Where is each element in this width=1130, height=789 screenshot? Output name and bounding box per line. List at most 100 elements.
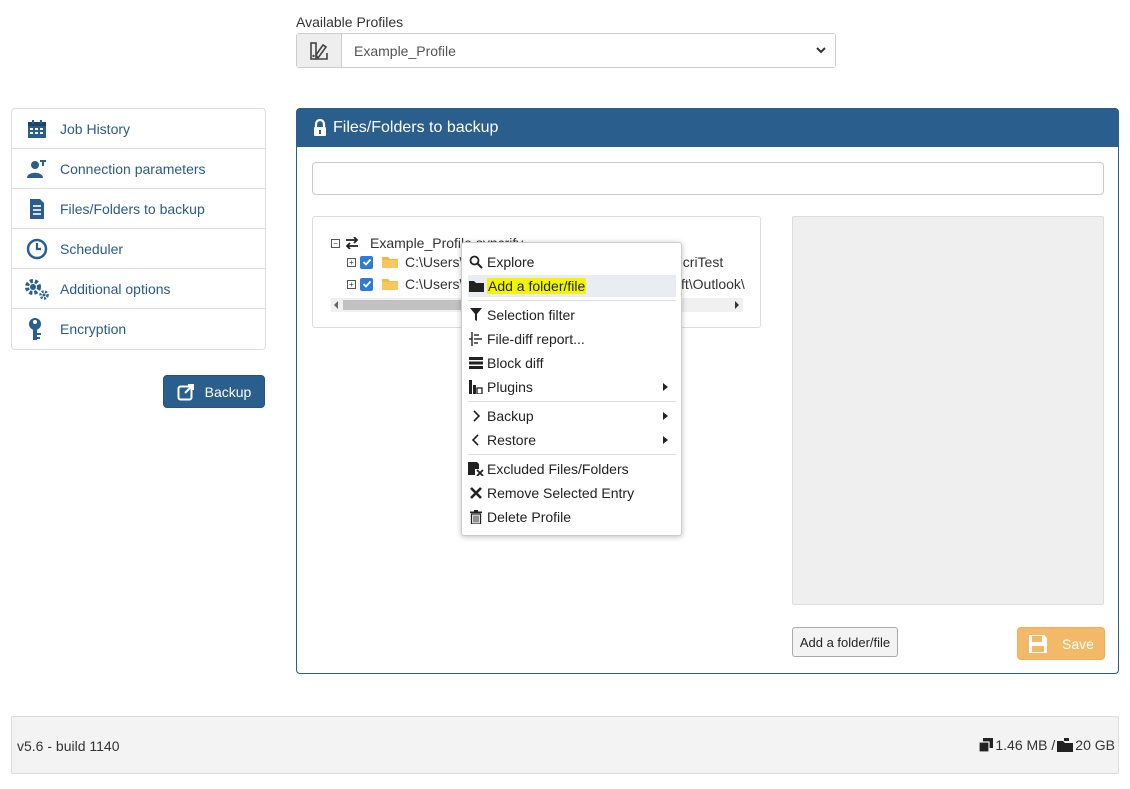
menu-item-remove-selected[interactable]: Remove Selected Entry (468, 482, 676, 504)
sidebar-item-files-folders[interactable]: Files/Folders to backup (12, 189, 265, 229)
clock-icon (24, 237, 50, 261)
menu-item-label: Restore (487, 432, 537, 448)
menu-item-block-diff[interactable]: Block diff (468, 352, 676, 374)
scroll-left-icon[interactable] (334, 301, 338, 309)
path-input[interactable] (312, 162, 1104, 195)
menu-item-delete-profile[interactable]: Delete Profile (468, 506, 676, 528)
plugins-icon (468, 380, 484, 394)
folder-icon (381, 255, 399, 269)
tree-node-path-end: ft\Outlook\ (681, 276, 745, 292)
sidebar-item-label: Connection parameters (60, 160, 206, 177)
menu-item-label: Backup (487, 408, 534, 424)
menu-separator (468, 300, 676, 301)
sync-profile-icon (344, 237, 360, 249)
menu-item-backup[interactable]: Backup (468, 405, 676, 427)
profile-swatch-icon (297, 34, 342, 67)
sidebar-item-encryption[interactable]: Encryption (12, 309, 265, 349)
chevron-down-icon (816, 47, 826, 54)
sidebar-item-connection-parameters[interactable]: Connection parameters (12, 149, 265, 189)
menu-item-label: Remove Selected Entry (487, 485, 635, 501)
profile-select-group: Example_Profile (296, 33, 836, 68)
menu-separator (468, 454, 676, 455)
sidebar-item-label: Scheduler (60, 240, 124, 257)
storage-used: 1.46 MB / (995, 737, 1056, 753)
checkbox[interactable] (360, 277, 373, 291)
expand-icon[interactable]: + (347, 257, 356, 267)
sidebar-item-label: Files/Folders to backup (60, 200, 205, 217)
times-icon (468, 487, 484, 499)
menu-item-add-folder-file[interactable]: Add a folder/file (468, 275, 676, 297)
gears-icon (24, 277, 50, 301)
menu-item-label: Delete Profile (487, 509, 572, 525)
backup-button-label: Backup (204, 383, 252, 400)
menu-item-label: File-diff report... (487, 331, 585, 347)
save-button[interactable]: Save (1017, 627, 1105, 660)
filter-icon (468, 308, 484, 322)
version-text: v5.6 - build 1140 (17, 738, 120, 754)
calendar-icon (24, 117, 50, 141)
checkbox[interactable] (360, 255, 373, 269)
submenu-arrow-icon (663, 436, 668, 444)
context-menu: Explore Add a folder/file Selection filt… (461, 242, 682, 536)
menu-item-label: Block diff (487, 355, 544, 371)
profile-select[interactable]: Example_Profile (342, 34, 835, 67)
menu-item-label: Excluded Files/Folders (487, 461, 629, 477)
scroll-right-icon[interactable] (735, 301, 739, 309)
expand-icon[interactable]: + (347, 279, 356, 289)
document-icon (24, 197, 50, 221)
collapse-icon[interactable]: − (331, 238, 340, 248)
available-profiles-label: Available Profiles (296, 14, 404, 30)
menu-item-selection-filter[interactable]: Selection filter (468, 304, 676, 326)
menu-item-restore[interactable]: Restore (468, 429, 676, 451)
storage-quota: 20 GB (1075, 737, 1115, 753)
chevron-right-icon (468, 410, 484, 422)
trash-icon (468, 510, 484, 524)
tree-node[interactable]: + C:\Users\ ncriTest (347, 254, 723, 270)
tree-node-path: C:\Users\ (405, 254, 464, 270)
files-folders-panel: Files/Folders to backup − Example_Profil… (296, 108, 1119, 674)
folder-icon (468, 280, 484, 292)
lock-icon (313, 119, 327, 137)
folder-icon (381, 277, 399, 291)
floppy-disk-icon (1028, 634, 1048, 654)
menu-item-label: Add a folder/file (487, 278, 587, 294)
key-icon (24, 317, 50, 341)
sidebar-item-label: Additional options (60, 280, 171, 297)
menu-separator (468, 401, 676, 402)
tree-node[interactable]: + C:\Users\ ft\Outlook\ (347, 276, 745, 292)
sidebar-item-additional-options[interactable]: Additional options (12, 269, 265, 309)
save-button-label: Save (1062, 635, 1094, 652)
submenu-arrow-icon (663, 383, 668, 391)
files-icon (979, 738, 994, 752)
search-icon (468, 255, 484, 269)
sidebar-item-scheduler[interactable]: Scheduler (12, 229, 265, 269)
add-folder-file-button[interactable]: Add a folder/file (792, 627, 898, 657)
tree-node-path-end: ncriTest (675, 254, 724, 270)
sidebar: Job History Connection parameters Files/… (11, 108, 266, 350)
menu-item-label: Plugins (487, 379, 533, 395)
menu-item-label: Selection filter (487, 307, 575, 323)
panel-title: Files/Folders to backup (333, 119, 499, 136)
menu-item-file-diff-report[interactable]: File-diff report... (468, 328, 676, 350)
sidebar-item-job-history[interactable]: Job History (12, 109, 265, 149)
submenu-arrow-icon (663, 412, 668, 420)
user-settings-icon (24, 157, 50, 181)
tree-node-path: C:\Users\ (405, 276, 464, 292)
excluded-icon (468, 462, 484, 476)
menu-item-excluded[interactable]: Excluded Files/Folders (468, 458, 676, 480)
storage-usage: 1.46 MB / 20 GB (977, 737, 1115, 753)
chevron-left-icon (468, 434, 484, 446)
menu-item-explore[interactable]: Explore (468, 251, 676, 273)
details-pane (792, 216, 1104, 605)
sidebar-item-label: Encryption (60, 321, 127, 337)
footer: v5.6 - build 1140 1.46 MB / 20 GB (11, 716, 1119, 774)
sidebar-item-label: Job History (60, 120, 131, 137)
backup-button[interactable]: Backup (163, 375, 265, 408)
block-diff-icon (468, 356, 484, 370)
menu-item-label: Explore (487, 254, 535, 270)
external-edit-icon (177, 383, 195, 401)
panel-header: Files/Folders to backup (297, 109, 1118, 147)
menu-item-plugins[interactable]: Plugins (468, 376, 676, 398)
diff-report-icon (468, 332, 484, 346)
folder-icon (1057, 738, 1074, 752)
